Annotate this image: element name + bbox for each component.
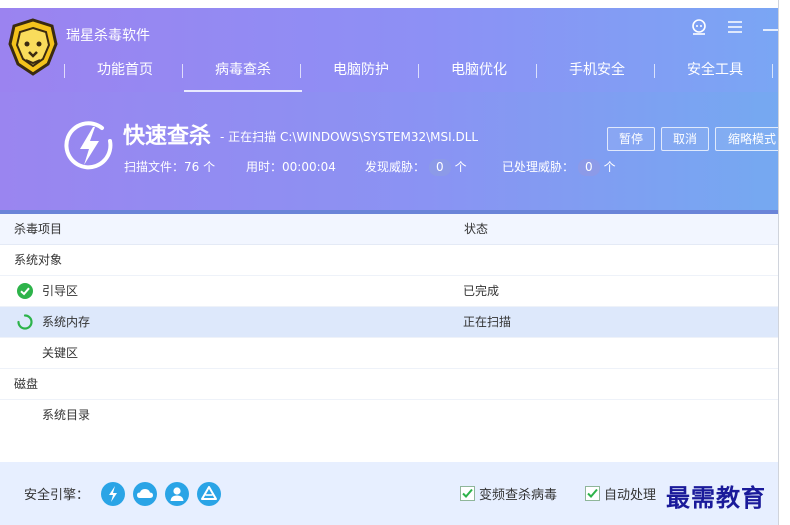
window-edge (778, 0, 779, 525)
row-name: 磁盘 (14, 377, 39, 391)
row-name: 引导区 (42, 284, 79, 298)
mini-mode-button[interactable]: 缩略模式 (715, 127, 778, 151)
row-name: 系统内存 (42, 315, 91, 329)
handled-count-badge: 0 (578, 159, 600, 176)
scan-banner: 快速查杀 - 正在扫描 C:\WINDOWS\SYSTEM32\MSI.DLL … (0, 92, 778, 210)
footer-bar: 安全引擎： 变频查杀病毒 自动处理 (0, 462, 778, 525)
option-auto-handle[interactable]: 自动处理 (585, 484, 656, 503)
column-header-item: 杀毒项目 (14, 222, 63, 236)
table-header: 杀毒项目 状态 (0, 214, 778, 245)
tab-home[interactable]: 功能首页 (66, 56, 184, 90)
nav-divider (64, 64, 65, 78)
stat-time: 用时：00:00:04 (246, 160, 336, 174)
tab-optimize[interactable]: 电脑优化 (420, 56, 538, 90)
title-bar: 瑞星杀毒软件 功能首页 病毒查杀 电脑防护 电脑优化 手机安全 安全工具 (0, 8, 778, 92)
scan-current-file: - 正在扫描 C:\WINDOWS\SYSTEM32\MSI.DLL (220, 128, 478, 145)
row-status: 已完成 (463, 284, 500, 298)
check-circle-icon (17, 283, 33, 299)
quick-scan-lightning-icon (64, 121, 113, 170)
pause-button[interactable]: 暂停 (607, 127, 655, 151)
checkbox-frequency-scan[interactable] (460, 486, 475, 501)
column-header-status: 状态 (464, 222, 489, 236)
option-label: 自动处理 (604, 488, 657, 503)
tab-virus-scan[interactable]: 病毒查杀 (184, 56, 302, 92)
threats-count-badge: 0 (429, 159, 451, 176)
app-title: 瑞星杀毒软件 (66, 28, 150, 44)
table-row[interactable]: 系统对象 (0, 245, 778, 276)
row-name: 系统目录 (42, 408, 91, 422)
watermark: 最需教育 (666, 483, 766, 512)
row-name: 系统对象 (14, 253, 63, 267)
checkbox-auto-handle[interactable] (585, 486, 600, 501)
nav-divider (772, 64, 773, 78)
lightning-icon[interactable] (101, 482, 125, 506)
row-status: 正在扫描 (463, 315, 512, 329)
table-row[interactable]: 系统内存 正在扫描 (0, 307, 778, 338)
table-row[interactable]: 磁盘 (0, 369, 778, 400)
tab-security-tools[interactable]: 安全工具 (656, 56, 774, 90)
table-row[interactable]: 系统目录 (0, 400, 778, 430)
drive-icon[interactable] (197, 482, 221, 506)
scan-path-text: C:\WINDOWS\SYSTEM32\MSI.DLL (279, 130, 479, 144)
cloud-icon[interactable] (133, 482, 157, 506)
stat-files: 扫描文件：76 个 (124, 160, 216, 174)
nav-divider (418, 64, 419, 78)
nav-divider (182, 64, 183, 78)
engine-label: 安全引擎： (24, 488, 90, 503)
option-frequency-scan[interactable]: 变频查杀病毒 (460, 484, 557, 503)
tab-protection[interactable]: 电脑防护 (302, 56, 420, 90)
tab-mobile-security[interactable]: 手机安全 (538, 56, 656, 90)
user-icon[interactable] (165, 482, 189, 506)
nav-divider (654, 64, 655, 78)
main-window: 瑞星杀毒软件 功能首页 病毒查杀 电脑防护 电脑优化 手机安全 安全工具 快速查… (0, 8, 778, 525)
stat-threats: 发现威胁： 0 个 (365, 159, 467, 176)
scan-status-text: - 正在扫描 (220, 130, 277, 144)
menu-icon[interactable] (724, 16, 746, 38)
feedback-icon[interactable] (688, 16, 710, 38)
option-label: 变频查杀病毒 (479, 488, 558, 503)
nav-divider (536, 64, 537, 78)
scan-items-table: 杀毒项目 状态 系统对象 引导区 已完成 系统内存 正在扫描 关键区 磁盘 系统… (0, 214, 778, 462)
lion-logo-icon (8, 18, 58, 76)
cancel-button[interactable]: 取消 (661, 127, 709, 151)
scan-title: 快速查杀 (123, 124, 212, 149)
minimize-icon[interactable] (758, 16, 778, 38)
row-name: 关键区 (42, 346, 79, 360)
nav-divider (300, 64, 301, 78)
table-row[interactable]: 引导区 已完成 (0, 276, 778, 307)
stat-handled: 已处理威胁： 0 个 (502, 159, 616, 176)
table-row[interactable]: 关键区 (0, 338, 778, 369)
spinner-icon (17, 314, 33, 330)
